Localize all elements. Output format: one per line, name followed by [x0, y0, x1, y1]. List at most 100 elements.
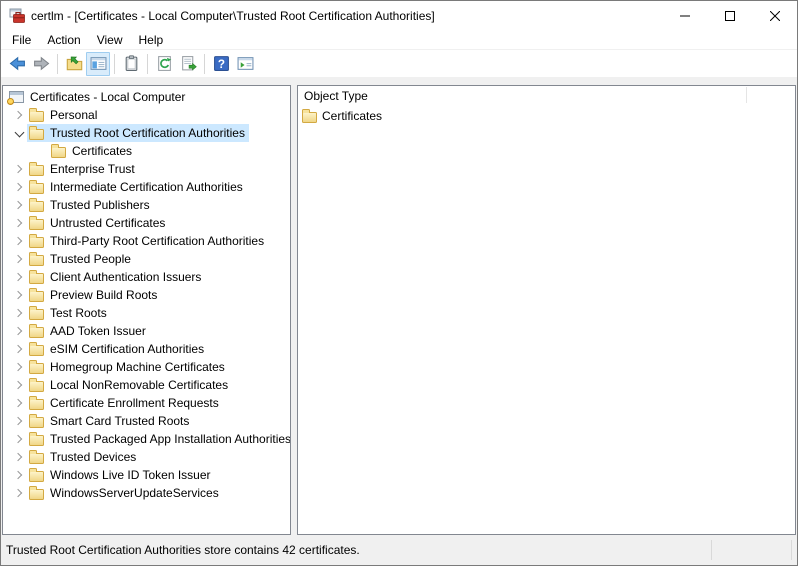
folder-icon: [29, 453, 44, 464]
close-button[interactable]: [752, 1, 797, 31]
toolbar-button-back[interactable]: [5, 52, 29, 76]
folder-icon: [29, 165, 44, 176]
tree-item-aad-token-issuer[interactable]: AAD Token Issuer: [3, 322, 290, 340]
chevron-icon[interactable]: [11, 250, 27, 268]
toolbar-button-forward[interactable]: [29, 52, 53, 76]
folder-icon: [29, 255, 44, 266]
toolbar-separator: [57, 54, 58, 74]
close-icon: [770, 11, 780, 21]
tree-item-intermediate-certification-authorities[interactable]: Intermediate Certification Authorities: [3, 178, 290, 196]
tree-item-certificates-local-computer[interactable]: Certificates - Local Computer: [3, 88, 290, 106]
chevron-icon[interactable]: [11, 412, 27, 430]
folder-icon: [29, 363, 44, 374]
action-pane-icon: [237, 55, 254, 72]
tree-item-test-roots[interactable]: Test Roots: [3, 304, 290, 322]
chevron-icon[interactable]: [11, 124, 27, 142]
chevron-icon[interactable]: [11, 358, 27, 376]
certlm-toolbox-icon: [9, 8, 25, 24]
tree-item-trusted-root-certification-authorities[interactable]: Trusted Root Certification Authorities: [3, 124, 290, 142]
tree-item-trusted-packaged-app-installation-authorities[interactable]: Trusted Packaged App Installation Author…: [3, 430, 290, 448]
toolbar-button-export-list[interactable]: [176, 52, 200, 76]
toolbar-button-show-console-tree[interactable]: [86, 52, 110, 76]
list-column-header[interactable]: Object Type: [298, 86, 795, 105]
toolbar-button-up-one-level[interactable]: [62, 52, 86, 76]
tree-item-smart-card-trusted-roots[interactable]: Smart Card Trusted Roots: [3, 412, 290, 430]
help-icon: ?: [213, 55, 230, 72]
folder-icon: [29, 111, 44, 122]
result-list-pane[interactable]: Object Type Certificates: [297, 85, 796, 535]
list-item-certificates[interactable]: Certificates: [302, 107, 382, 125]
folder-icon: [29, 417, 44, 428]
chevron-icon[interactable]: [11, 466, 27, 484]
column-separator[interactable]: [746, 87, 747, 103]
folder-icon: [29, 399, 44, 410]
tree-item-esim-certification-authorities[interactable]: eSIM Certification Authorities: [3, 340, 290, 358]
tree-item-windows-live-id-token-issuer[interactable]: Windows Live ID Token Issuer: [3, 466, 290, 484]
toolbar-button-help[interactable]: ?: [209, 52, 233, 76]
tree-item-third-party-root-certification-authorities[interactable]: Third-Party Root Certification Authoriti…: [3, 232, 290, 250]
tree-item-client-authentication-issuers[interactable]: Client Authentication Issuers: [3, 268, 290, 286]
tree-item-enterprise-trust[interactable]: Enterprise Trust: [3, 160, 290, 178]
tree-item-windowsserverupdateservices[interactable]: WindowsServerUpdateServices: [3, 484, 290, 502]
menu-file[interactable]: File: [4, 32, 39, 48]
tree-item-certificates[interactable]: Certificates: [3, 142, 290, 160]
folder-icon: [29, 183, 44, 194]
folder-icon: [302, 112, 317, 123]
folder-icon: [29, 129, 44, 140]
menubar: File Action View Help: [1, 31, 797, 50]
folder-icon: [29, 345, 44, 356]
toolbar-button-show-action-pane[interactable]: [233, 52, 257, 76]
console-tree-pane[interactable]: Certificates - Local Computer Personal T…: [2, 85, 291, 535]
folder-icon: [29, 471, 44, 482]
minimize-button[interactable]: [662, 1, 707, 31]
titlebar[interactable]: certlm - [Certificates - Local Computer\…: [1, 1, 797, 31]
chevron-icon[interactable]: [11, 340, 27, 358]
caption-buttons: [662, 1, 797, 31]
column-header-object-type[interactable]: Object Type: [304, 89, 368, 103]
chevron-icon[interactable]: [11, 286, 27, 304]
chevron-icon[interactable]: [11, 268, 27, 286]
folder-icon: [29, 435, 44, 446]
folder-icon: [29, 291, 44, 302]
chevron-icon[interactable]: [11, 178, 27, 196]
chevron-icon[interactable]: [11, 430, 27, 448]
tree-item-local-nonremovable-certificates[interactable]: Local NonRemovable Certificates: [3, 376, 290, 394]
menu-help[interactable]: Help: [131, 32, 172, 48]
chevron-icon[interactable]: [11, 376, 27, 394]
tree-item-trusted-publishers[interactable]: Trusted Publishers: [3, 196, 290, 214]
folder-icon: [51, 147, 66, 158]
chevron-icon[interactable]: [11, 106, 27, 124]
tree-item-certificate-enrollment-requests[interactable]: Certificate Enrollment Requests: [3, 394, 290, 412]
statusbar-separator: [791, 540, 792, 560]
maximize-button[interactable]: [707, 1, 752, 31]
back-arrow-icon: [9, 55, 26, 72]
menu-action[interactable]: Action: [39, 32, 88, 48]
clipboard-icon: [123, 55, 140, 72]
tree-item-trusted-people[interactable]: Trusted People: [3, 250, 290, 268]
folder-icon: [29, 237, 44, 248]
toolbar-button-refresh[interactable]: [152, 52, 176, 76]
maximize-icon: [725, 11, 735, 21]
toolbar-button-properties[interactable]: [119, 52, 143, 76]
tree-item-preview-build-roots[interactable]: Preview Build Roots: [3, 286, 290, 304]
tree-item-untrusted-certificates[interactable]: Untrusted Certificates: [3, 214, 290, 232]
tree-item-personal[interactable]: Personal: [3, 106, 290, 124]
toolbar-separator: [147, 54, 148, 74]
chevron-icon[interactable]: [11, 484, 27, 502]
chevron-icon[interactable]: [11, 232, 27, 250]
minimize-icon: [680, 11, 690, 21]
chevron-icon[interactable]: [11, 322, 27, 340]
status-text: Trusted Root Certification Authorities s…: [6, 543, 360, 557]
chevron-icon[interactable]: [11, 394, 27, 412]
chevron-icon[interactable]: [11, 214, 27, 232]
folder-icon: [29, 489, 44, 500]
tree-item-trusted-devices[interactable]: Trusted Devices: [3, 448, 290, 466]
chevron-icon[interactable]: [11, 196, 27, 214]
folder-icon: [29, 273, 44, 284]
chevron-icon[interactable]: [11, 304, 27, 322]
folder-icon: [29, 381, 44, 392]
chevron-icon[interactable]: [11, 160, 27, 178]
menu-view[interactable]: View: [89, 32, 131, 48]
tree-item-homegroup-machine-certificates[interactable]: Homegroup Machine Certificates: [3, 358, 290, 376]
chevron-icon[interactable]: [11, 448, 27, 466]
